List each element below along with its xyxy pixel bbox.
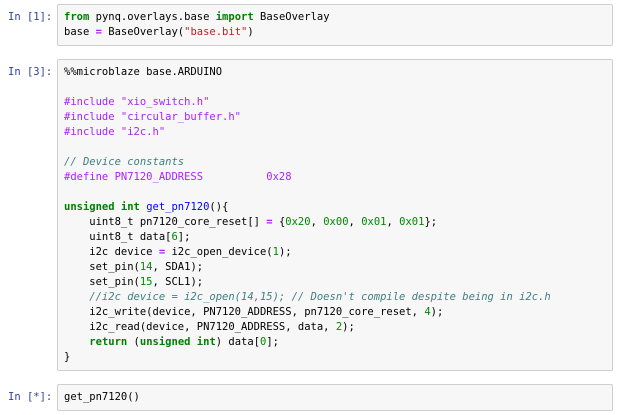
code-line: i2c_read(device, PN7120_ADDRESS, data, 2…: [64, 320, 606, 335]
code-token: base: [64, 26, 96, 38]
code-token: "base.bit": [184, 26, 248, 38]
code-token: i2c_read(device, PN7120_ADDRESS, data,: [64, 321, 336, 333]
code-line: get_pn7120(): [64, 390, 606, 405]
code-token: // Device constants: [64, 156, 185, 168]
code-token: uint8_t pn7120_core_reset[]: [64, 216, 267, 228]
notebook-cell: In [3]: %%microblaze base.ARDUINO #includ…: [0, 59, 613, 371]
notebook-cell: In [*]: get_pn7120(): [0, 384, 613, 411]
code-token: unsigned: [64, 201, 115, 213]
code-token: uint8_t data[: [64, 231, 172, 243]
code-line: from pynq.overlays.base import BaseOverl…: [64, 10, 606, 25]
code-line: #define PN7120_ADDRESS 0x28: [64, 170, 606, 185]
code-line: i2c device = i2c_open_device(1);: [64, 245, 606, 260]
code-token: #include "xio_switch.h": [64, 96, 210, 108]
code-token: int: [196, 336, 216, 348]
cell-input-prompt: In [*]:: [8, 391, 53, 403]
code-token: get_pn7120: [146, 201, 210, 213]
code-token: }: [64, 351, 71, 363]
code-line: #include "circular_buffer.h": [64, 110, 606, 125]
code-token: 14: [139, 261, 153, 273]
code-line: return (unsigned int) data[0];: [64, 335, 606, 350]
code-line: unsigned int get_pn7120(){: [64, 200, 606, 215]
code-line: }: [64, 350, 606, 365]
code-token: BaseOverlay(: [101, 26, 185, 38]
code-token: );: [342, 321, 355, 333]
code-token: , SDA1);: [152, 261, 204, 273]
cell-code-editor[interactable]: from pynq.overlays.base import BaseOverl…: [57, 4, 613, 46]
code-token: };: [424, 216, 438, 228]
code-token: ];: [177, 231, 191, 243]
code-token: set_pin(: [64, 261, 140, 273]
code-token: %%microblaze base.ARDUINO: [64, 66, 223, 78]
code-line: base = BaseOverlay("base.bit"): [64, 25, 606, 40]
code-token: ,: [310, 216, 324, 228]
code-line: uint8_t pn7120_core_reset[] = {0x20, 0x0…: [64, 215, 606, 230]
code-token: set_pin(: [64, 276, 140, 288]
code-token: 15: [139, 276, 153, 288]
cell-input-prompt: In [1]:: [8, 11, 53, 23]
code-token: , SCL1);: [152, 276, 204, 288]
code-line: uint8_t data[6];: [64, 230, 606, 245]
code-token: {: [272, 216, 286, 228]
code-token: ,: [386, 216, 400, 228]
code-token: (){: [209, 201, 229, 213]
notebook: In [1]: from pynq.overlays.base import B…: [0, 0, 620, 415]
code-line: set_pin(15, SCL1);: [64, 275, 606, 290]
code-token: from: [64, 11, 90, 23]
code-line: %%microblaze base.ARDUINO: [64, 65, 606, 80]
code-token: );: [278, 246, 292, 258]
code-token: 0x01: [399, 216, 425, 228]
code-line: // Device constants: [64, 155, 606, 170]
cell-input-prompt: In [3]:: [8, 66, 53, 78]
code-line: set_pin(14, SDA1);: [64, 260, 606, 275]
cell-code-editor[interactable]: %%microblaze base.ARDUINO #include "xio_s…: [57, 59, 613, 371]
code-token: 0x20: [285, 216, 311, 228]
code-token: unsigned: [139, 336, 191, 348]
code-token: 0x00: [323, 216, 349, 228]
code-token: i2c_write(device, PN7120_ADDRESS, pn7120…: [64, 306, 425, 318]
code-line: #include "i2c.h": [64, 125, 606, 140]
code-token: //i2c device = i2c_open(14,15); // Doesn…: [64, 291, 551, 303]
notebook-cell: In [1]: from pynq.overlays.base import B…: [0, 4, 613, 46]
code-line: #include "xio_switch.h": [64, 95, 606, 110]
code-token: BaseOverlay: [253, 11, 330, 23]
cell-code-editor[interactable]: get_pn7120(): [57, 384, 613, 411]
code-token: ): [247, 26, 254, 38]
code-token: #include "i2c.h": [64, 126, 166, 138]
code-token: ];: [266, 336, 280, 348]
code-token: 0x01: [361, 216, 387, 228]
code-token: pynq.overlays.base: [89, 11, 216, 23]
code-token: import: [215, 11, 254, 23]
code-line: i2c_write(device, PN7120_ADDRESS, pn7120…: [64, 305, 606, 320]
code-token: (: [127, 336, 140, 348]
code-token: i2c_open_device(: [165, 246, 273, 258]
code-token: return: [89, 336, 128, 348]
code-token: int: [120, 201, 140, 213]
code-token: ,: [348, 216, 362, 228]
code-token: );: [430, 306, 444, 318]
code-token: ) data[: [215, 336, 261, 348]
code-line: //i2c device = i2c_open(14,15); // Doesn…: [64, 290, 606, 305]
code-token: get_pn7120(): [64, 391, 140, 403]
code-token: i2c device: [64, 246, 159, 258]
code-token: #define PN7120_ADDRESS 0x28: [64, 171, 292, 183]
code-token: #include "circular_buffer.h": [64, 111, 242, 123]
